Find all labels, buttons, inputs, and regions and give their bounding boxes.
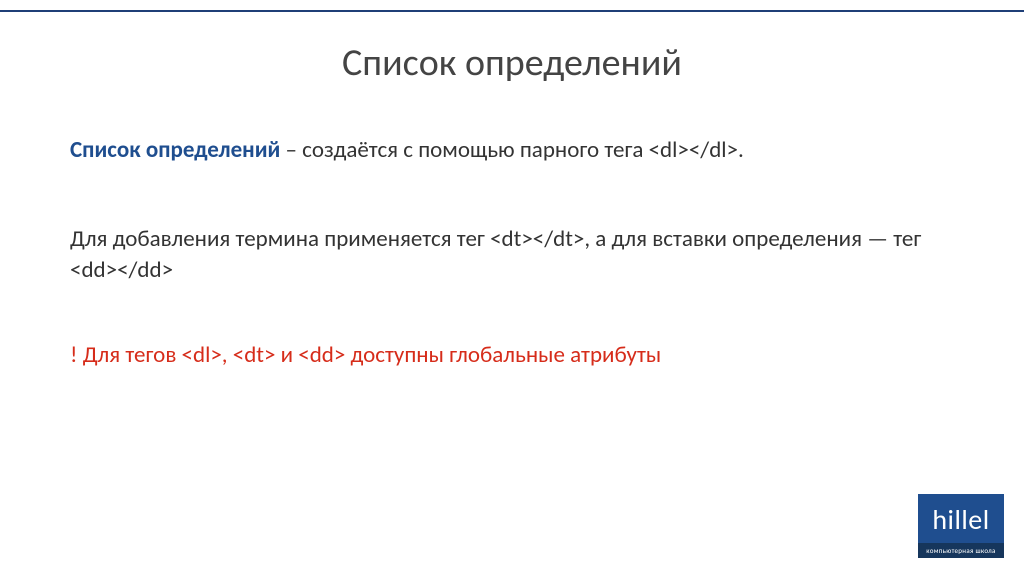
brand-logo: hillel компьютерная школа [918,494,1004,558]
paragraph-3-warning: ! Для тегов <dl>, <dt> и <dd> доступны г… [70,340,954,371]
slide-content: Список определений – создаётся с помощью… [70,135,954,371]
logo-main-text: hillel [918,494,1004,543]
logo-subtitle: компьютерная школа [918,543,1004,558]
paragraph-1-rest: – создаётся с помощью парного тега <dl><… [280,136,744,164]
slide-title: Список определений [0,40,1024,86]
paragraph-2: Для добавления термина применяется тег <… [70,224,954,286]
term-highlight: Список определений [70,136,280,164]
paragraph-1: Список определений – создаётся с помощью… [70,135,954,166]
top-accent-line [0,10,1024,12]
